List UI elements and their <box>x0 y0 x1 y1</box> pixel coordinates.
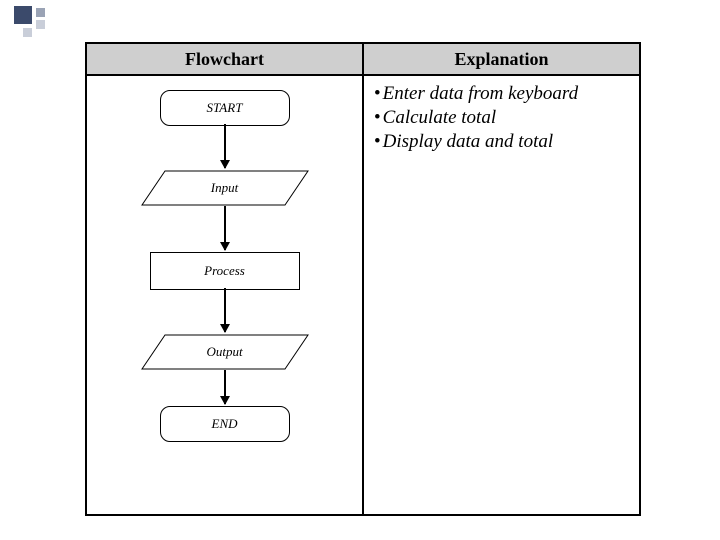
content-table: Flowchart Explanation START Input Proces… <box>85 42 641 516</box>
explanation-item: Display data and total <box>374 130 629 154</box>
table-header-row: Flowchart Explanation <box>87 44 639 76</box>
flowchart-input-io: Input <box>141 170 309 206</box>
flowchart-output-label: Output <box>141 334 309 370</box>
flow-arrow-icon <box>224 124 226 168</box>
flowchart-input-label: Input <box>141 170 309 206</box>
flowchart-cell: START Input Process <box>87 76 364 516</box>
flowchart-start-terminator: START <box>160 90 290 126</box>
flowchart-process-box: Process <box>150 252 300 290</box>
header-explanation: Explanation <box>364 44 639 74</box>
explanation-list: Enter data from keyboard Calculate total… <box>364 76 639 153</box>
explanation-cell: Enter data from keyboard Calculate total… <box>364 76 639 516</box>
flow-arrow-icon <box>224 206 226 250</box>
flow-arrow-icon <box>224 370 226 404</box>
table-body-row: START Input Process <box>87 76 639 516</box>
flowchart-output-io: Output <box>141 334 309 370</box>
flowchart-start-label: START <box>207 100 243 116</box>
header-flowchart: Flowchart <box>87 44 364 74</box>
flow-arrow-icon <box>224 288 226 332</box>
explanation-item: Enter data from keyboard <box>374 82 629 106</box>
flowchart-diagram: START Input Process <box>87 76 362 516</box>
explanation-item: Calculate total <box>374 106 629 130</box>
flowchart-end-label: END <box>212 416 238 432</box>
flowchart-process-label: Process <box>204 263 245 279</box>
flowchart-end-terminator: END <box>160 406 290 442</box>
